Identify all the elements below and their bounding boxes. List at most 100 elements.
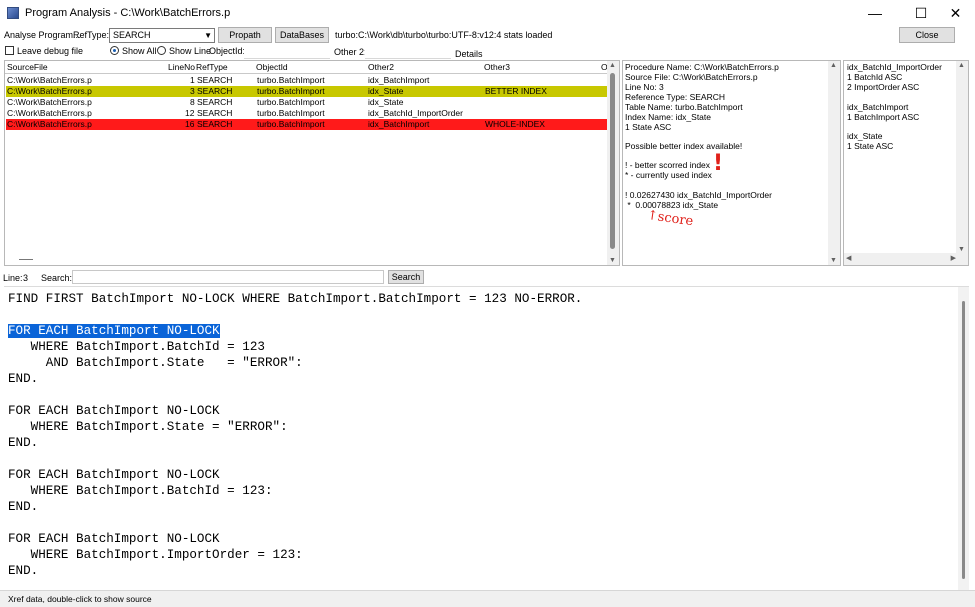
detail-source-file: Source File: C:\Work\BatchErrors.p <box>625 72 758 82</box>
show-line-label: Show Line <box>169 46 212 56</box>
table-row-selected[interactable]: C:\Work\BatchErrors.p 3 SEARCH turbo.Bat… <box>6 86 608 97</box>
indexes-panel: idx_BatchId_ImportOrder 1 BatchId ASC 2 … <box>843 60 969 266</box>
code-line: END. <box>8 372 39 386</box>
code-line: WHERE BatchImport.ImportOrder = 123: <box>8 548 303 562</box>
chevron-down-icon: ▼ <box>204 31 212 40</box>
cell-other2: idx_BatchId_ImportOrder <box>368 108 463 118</box>
code-line: FOR EACH BatchImport NO-LOCK <box>8 404 220 418</box>
scroll-up-icon[interactable]: ▲ <box>958 62 965 69</box>
cell-sourcefile: C:\Work\BatchErrors.p <box>7 97 92 107</box>
minimize-button[interactable]: — <box>852 0 898 26</box>
search-input[interactable] <box>72 270 384 284</box>
app-icon <box>7 7 19 19</box>
reftype-select-value: SEARCH <box>113 30 151 40</box>
cell-objectid: turbo.BatchImport <box>257 119 325 129</box>
cell-lineno: 12 <box>185 108 195 118</box>
detail-line-no: Line No: 3 <box>625 82 664 92</box>
code-line: AND BatchImport.State = "ERROR": <box>8 356 303 370</box>
scroll-up-icon[interactable]: ▲ <box>609 62 616 69</box>
search-button[interactable]: Search <box>388 270 424 284</box>
cell-objectid: turbo.BatchImport <box>257 75 325 85</box>
index-field: 1 State ASC <box>847 141 894 151</box>
detail-index-field: 1 State ASC <box>625 122 672 132</box>
details-scrollbar[interactable]: ▲ ▼ <box>828 61 840 265</box>
cell-reftype: SEARCH <box>197 75 233 85</box>
cell-reftype: SEARCH <box>197 119 233 129</box>
close-window-button[interactable]: ✕ <box>936 0 975 26</box>
cell-other2: idx_BatchImport <box>368 75 430 85</box>
cell-lineno: 16 <box>185 119 195 129</box>
title-bar: Program Analysis - C:\Work\BatchErrors.p… <box>0 0 975 26</box>
code-line: WHERE BatchImport.BatchId = 123: <box>8 484 273 498</box>
scroll-thumb[interactable] <box>610 73 615 249</box>
cell-sourcefile: C:\Work\BatchErrors.p <box>7 75 92 85</box>
scroll-left-icon[interactable]: ◀ <box>846 254 851 262</box>
search-bar: Line: 3 Search: Search <box>0 268 975 286</box>
scroll-down-icon[interactable]: ▼ <box>958 246 965 253</box>
cell-lineno: 1 <box>190 75 195 85</box>
annotation-score: ↑score <box>645 208 695 230</box>
toolbar-row-1: Analyse Program... RefType: SEARCH ▼ Pro… <box>0 27 975 44</box>
code-line: WHERE BatchImport.State = "ERROR": <box>8 420 288 434</box>
indexes-hscrollbar[interactable]: ◀ ▶ <box>844 253 958 265</box>
detail-score-better: ! 0.02627430 idx_BatchId_ImportOrder <box>625 190 772 200</box>
detail-score-current: * 0.00078823 idx_State <box>625 200 719 210</box>
editor-scrollbar[interactable] <box>958 287 969 590</box>
status-text: Xref data, double-click to show source <box>8 594 152 604</box>
cell-reftype: SEARCH <box>197 97 233 107</box>
cell-sourcefile: C:\Work\BatchErrors.p <box>7 108 92 118</box>
scroll-right-icon[interactable]: ▶ <box>951 254 956 262</box>
show-line-radio[interactable] <box>157 46 166 55</box>
reftype-select[interactable]: SEARCH ▼ <box>109 28 215 43</box>
scroll-up-icon[interactable]: ▲ <box>830 62 837 69</box>
table-row[interactable]: C:\Work\BatchErrors.p 1 SEARCH turbo.Bat… <box>6 75 608 86</box>
scroll-down-icon[interactable]: ▼ <box>830 257 837 264</box>
status-bar: Xref data, double-click to show source <box>0 590 975 607</box>
cell-lineno: 8 <box>190 97 195 107</box>
cell-other2: idx_BatchImport <box>368 119 430 129</box>
code-line: FOR EACH BatchImport NO-LOCK <box>8 468 220 482</box>
source-editor[interactable]: FIND FIRST BatchImport NO-LOCK WHERE Bat… <box>4 286 969 590</box>
detail-procedure-name: Procedure Name: C:\Work\BatchErrors.p <box>625 62 779 72</box>
databases-button[interactable]: DataBases <box>275 27 329 43</box>
code-line: END. <box>8 436 39 450</box>
index-name: idx_BatchImport <box>847 102 909 112</box>
show-all-radio[interactable] <box>110 46 119 55</box>
detail-legend-current: * - currently used index <box>625 170 712 180</box>
cell-reftype: SEARCH <box>197 108 233 118</box>
line-label: Line: <box>3 273 23 283</box>
xref-scrollbar[interactable]: ▲ ▼ <box>607 61 619 265</box>
reftype-label: RefType: <box>73 30 110 40</box>
cell-objectid: turbo.BatchImport <box>257 108 325 118</box>
code-line: END. <box>8 500 39 514</box>
header-divider <box>5 73 608 74</box>
toolbar-row-2: Leave debug file Show All Show Line Obje… <box>0 44 975 60</box>
objectid-label: ObjectId: <box>209 46 246 56</box>
leave-debug-label: Leave debug file <box>17 46 84 56</box>
xref-table[interactable]: SourceFile LineNo RefType ObjectId Other… <box>4 60 620 266</box>
details-label: Details <box>455 49 483 59</box>
objectid-input[interactable] <box>244 44 330 59</box>
scroll-thumb[interactable] <box>962 301 965 579</box>
cell-other3: WHOLE-INDEX <box>485 119 545 129</box>
analyse-program-button[interactable]: Analyse Program... <box>4 30 81 40</box>
table-row-whole-index[interactable]: C:\Work\BatchErrors.p 16 SEARCH turbo.Ba… <box>6 119 608 130</box>
code-line: END. <box>8 564 39 578</box>
leave-debug-checkbox[interactable] <box>5 46 14 55</box>
close-button[interactable]: Close <box>899 27 955 43</box>
detail-index-name: Index Name: idx_State <box>625 112 711 122</box>
cell-objectid: turbo.BatchImport <box>257 97 325 107</box>
table-row[interactable]: C:\Work\BatchErrors.p 8 SEARCH turbo.Bat… <box>6 97 608 108</box>
cell-sourcefile: C:\Work\BatchErrors.p <box>7 86 92 96</box>
indexes-scrollbar[interactable]: ▲ ▼ <box>956 61 968 265</box>
cell-lineno: 3 <box>190 86 195 96</box>
table-row[interactable]: C:\Work\BatchErrors.p 12 SEARCH turbo.Ba… <box>6 108 608 119</box>
index-field: 1 BatchId ASC <box>847 72 903 82</box>
cell-objectid: turbo.BatchImport <box>257 86 325 96</box>
db-status-text: turbo:C:\Work\db\turbo\turbo:UTF-8:v12:4… <box>335 30 553 40</box>
annotation-exclamation: ! <box>713 151 724 176</box>
other2-input[interactable] <box>365 44 451 59</box>
scroll-down-icon[interactable]: ▼ <box>609 257 616 264</box>
search-label: Search: <box>41 273 73 283</box>
propath-button[interactable]: Propath <box>218 27 272 43</box>
